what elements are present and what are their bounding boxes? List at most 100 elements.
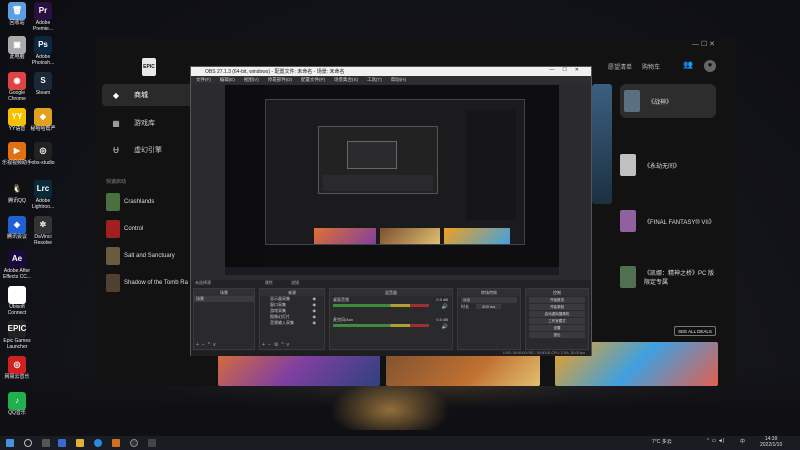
nav-library-label: 游戏库 bbox=[134, 120, 155, 127]
transition-select[interactable]: 淡出 bbox=[461, 297, 517, 303]
source-item[interactable]: 音频输入采集 ◉ bbox=[260, 320, 324, 326]
mixer-dock-title: 混音器 bbox=[330, 289, 452, 296]
obs-titlebar: OBS 27.1.3 (64-bit, windows) - 配置文件: 未命名… bbox=[191, 67, 591, 76]
desktop-icon[interactable]: S Steam bbox=[28, 72, 58, 97]
desktop-icon[interactable]: ✲ DaVinci Resolve bbox=[28, 216, 58, 247]
menu-file[interactable]: 文件(F) bbox=[196, 77, 211, 83]
weather-widget[interactable]: 7°C 多云 bbox=[652, 438, 672, 445]
exit-button[interactable]: 退出 bbox=[529, 332, 585, 338]
sale-thumbnail bbox=[620, 154, 636, 176]
menu-profile[interactable]: 配置文件(P) bbox=[301, 77, 325, 83]
recent-game[interactable]: Control bbox=[106, 219, 143, 239]
steam-icon: S bbox=[34, 72, 52, 90]
studio-mode-button[interactable]: 工作室模式 bbox=[529, 318, 585, 324]
mixer-channel: 桌面音频 0.0 dB 🔊 bbox=[330, 296, 452, 312]
sale-item[interactable]: 《凯娜：精神之桥》PC 版限定专属 bbox=[620, 266, 716, 288]
nav-store[interactable]: ◆ 商城 bbox=[102, 84, 194, 106]
channel-db: 0.0 dB bbox=[436, 317, 448, 322]
scenes-dock: 场景 场景 +−^v bbox=[193, 288, 255, 350]
duration-label: 时长 bbox=[461, 304, 469, 309]
recent-game[interactable]: Salt and Sanctuary bbox=[106, 246, 175, 266]
featured-banner[interactable] bbox=[592, 84, 612, 204]
clock[interactable]: 14:39 2022/1/10 bbox=[760, 436, 782, 448]
desktop-icon[interactable]: Lrc Adobe Lightroo... bbox=[28, 180, 58, 211]
sale-title: 《战神》 bbox=[648, 99, 673, 106]
menu-docks[interactable]: 停靠部件(D) bbox=[268, 77, 292, 83]
obs-preview-canvas[interactable] bbox=[225, 85, 559, 275]
menu-tools[interactable]: 工具(T) bbox=[367, 77, 382, 83]
meeting-icon: ◈ bbox=[8, 216, 26, 234]
epic-logo[interactable]: EPIC bbox=[142, 58, 156, 76]
epic-titlebar: — ☐ ✕ bbox=[96, 38, 736, 52]
game-thumbnail bbox=[106, 193, 120, 211]
desktop-icon-label: 秘哈哈帮严 bbox=[30, 126, 56, 132]
desktop-icon[interactable]: ♪ QQ音乐 bbox=[2, 392, 32, 417]
settings-button[interactable]: 设置 bbox=[529, 325, 585, 331]
qq-icon: 🐧 bbox=[8, 180, 26, 198]
start-recording-button[interactable]: 开始录制 bbox=[529, 304, 585, 310]
task-view-icon[interactable] bbox=[42, 439, 50, 447]
nav-unreal-engine[interactable]: Ʉ 虚幻引擎 bbox=[102, 139, 194, 161]
sale-item[interactable]: 《FINAL FANTASY® VII》 bbox=[620, 210, 716, 232]
wallpaper-lights bbox=[330, 380, 450, 430]
menu-scene-collection[interactable]: 场景集合(S) bbox=[334, 77, 358, 83]
captured-epic-window bbox=[265, 99, 525, 245]
speaker-icon[interactable]: 🔊 bbox=[442, 304, 448, 310]
desktop-icon[interactable]: ◐ Ubisoft Connect bbox=[2, 286, 32, 317]
desktop-icon[interactable]: Pr Adobe Premie... bbox=[28, 2, 58, 33]
widgets-icon[interactable] bbox=[58, 439, 66, 447]
menu-help[interactable]: 帮助(H) bbox=[391, 77, 406, 83]
desktop-icon[interactable]: EPIC Epic Games Launcher bbox=[2, 320, 32, 351]
wishlist-link[interactable]: 愿望清单 bbox=[608, 62, 632, 71]
recent-game-title: Shadow of the Tomb Ra bbox=[124, 280, 188, 286]
desktop-icon[interactable]: ◆ 秘哈哈帮严 bbox=[28, 108, 58, 133]
desktop-icon-label: QQ音乐 bbox=[8, 410, 26, 416]
speaker-icon[interactable]: 🔊 bbox=[442, 324, 448, 330]
see-all-deals-button[interactable]: SEE ALL DEALS bbox=[674, 326, 716, 336]
desktop-icon-label: Steam bbox=[35, 90, 51, 96]
virtual-camera-button[interactable]: 启动虚拟摄像机 bbox=[529, 311, 585, 317]
quick-launch-label: 快速启动 bbox=[106, 179, 127, 185]
obs-window-controls[interactable]: —☐✕ bbox=[549, 67, 587, 73]
scene-item[interactable]: 场景 bbox=[194, 296, 254, 302]
start-streaming-button[interactable]: 开始推流 bbox=[529, 297, 585, 303]
recent-game[interactable]: Crashlands bbox=[106, 192, 154, 212]
scenes-toolbar[interactable]: +−^v bbox=[194, 342, 254, 349]
epic-taskbar-icon[interactable] bbox=[148, 439, 156, 447]
captured-obs-window bbox=[318, 126, 438, 194]
ubisoft-icon: ◐ bbox=[8, 286, 26, 304]
desktop-icon[interactable]: ◎ obs-studio bbox=[28, 142, 58, 167]
obs-taskbar-icon[interactable] bbox=[130, 439, 138, 447]
cart-link[interactable]: 购物车 bbox=[642, 62, 660, 71]
explorer-icon[interactable] bbox=[76, 439, 84, 447]
menu-edit[interactable]: 编辑(E) bbox=[220, 77, 235, 83]
window-controls[interactable]: — ☐ ✕ bbox=[692, 40, 715, 48]
edge-icon[interactable] bbox=[94, 439, 102, 447]
qq-music-icon: ♪ bbox=[8, 392, 26, 410]
nav-library[interactable]: ▦ 游戏库 bbox=[102, 112, 194, 134]
recent-game[interactable]: Shadow of the Tomb Ra bbox=[106, 273, 188, 293]
sources-toolbar[interactable]: +−⚙^v bbox=[260, 342, 324, 349]
input-language[interactable]: 中 bbox=[740, 438, 745, 445]
search-icon[interactable] bbox=[24, 439, 32, 447]
clock-date: 2022/1/10 bbox=[760, 442, 783, 448]
avatar[interactable]: ● bbox=[704, 60, 716, 72]
captured-obs-preview bbox=[347, 141, 397, 169]
duration-input[interactable]: 300 ms bbox=[476, 304, 502, 309]
transitions-dock-title: 转场特效 bbox=[458, 289, 520, 296]
desktop-icon[interactable]: ◎ 网易云音乐 bbox=[2, 356, 32, 381]
properties-button[interactable]: 属性 bbox=[265, 280, 273, 286]
menu-view[interactable]: 视图(V) bbox=[244, 77, 259, 83]
desktop-icon[interactable]: Ae Adobe After Effects CC... bbox=[2, 250, 32, 281]
sources-dock: 来源 显示器采集 ◉ 窗口采集 ◉ 游戏采集 ◉ 图像幻灯片 ◉ 音频输入采集 ◉ +−⚙… bbox=[259, 288, 325, 350]
filters-button[interactable]: 滤镜 bbox=[291, 280, 299, 286]
volume-meter bbox=[333, 304, 429, 307]
eye-icon[interactable]: ◉ bbox=[313, 320, 317, 326]
app-icon[interactable] bbox=[112, 439, 120, 447]
desktop-icon[interactable]: Ps Adobe Photosh... bbox=[28, 36, 58, 67]
sale-item[interactable]: 《永劫无间》 bbox=[620, 154, 716, 176]
tray-icons[interactable]: ⌃ ▭ ◄) bbox=[706, 438, 724, 444]
friends-icon[interactable]: 👥 bbox=[682, 60, 694, 72]
sale-item[interactable]: 《战神》 bbox=[620, 84, 716, 118]
start-icon[interactable] bbox=[6, 439, 14, 447]
